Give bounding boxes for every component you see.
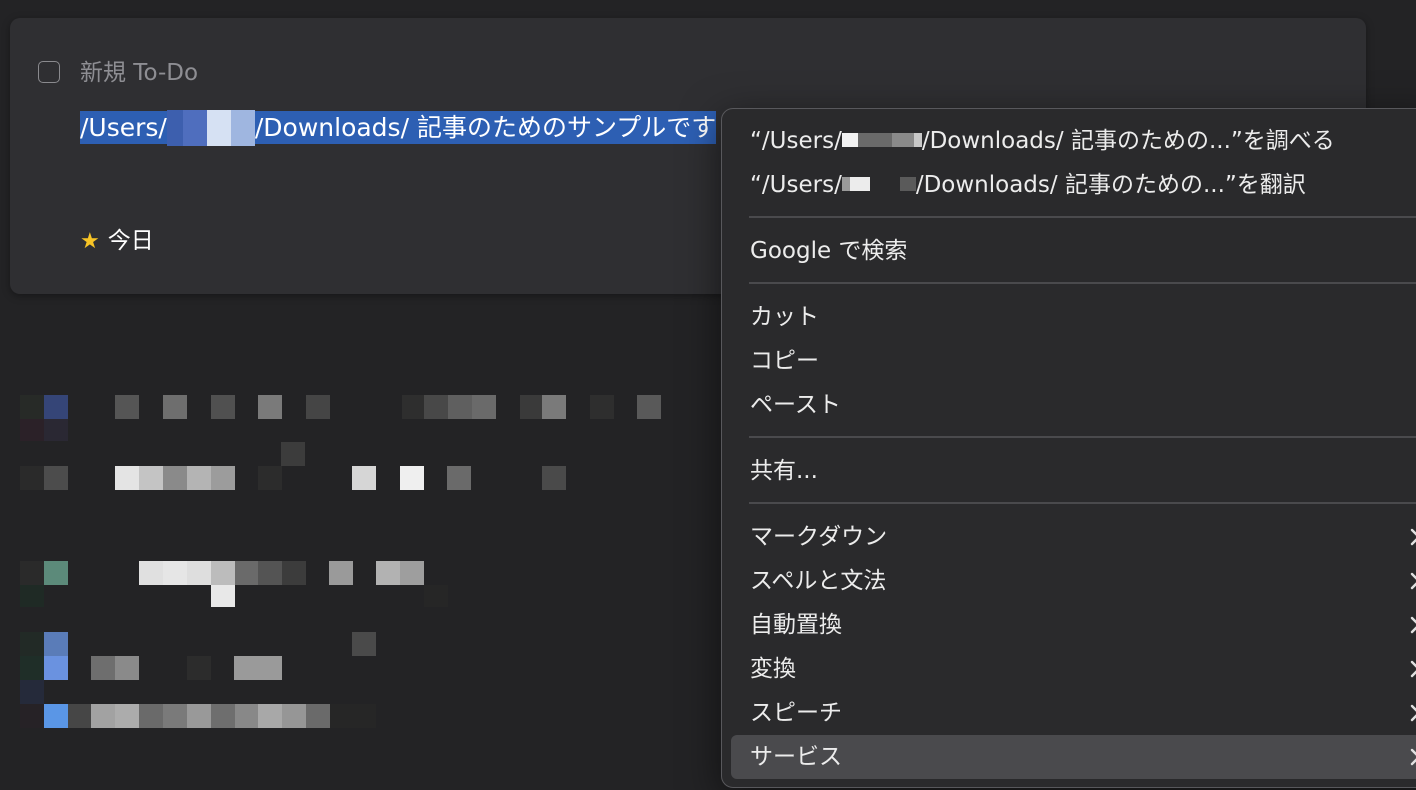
menu-item-substitutions[interactable]: 自動置換 — [731, 603, 1416, 647]
menu-item-look-up[interactable]: “/Users/ /Downloads/ 記事のための...”を調べる — [731, 119, 1416, 163]
redacted-username — [869, 176, 900, 191]
services-label: サービス — [750, 744, 842, 770]
menu-item-share[interactable]: 共有... — [731, 449, 1416, 493]
when-label: 今日 — [107, 228, 154, 254]
translate-suffix: /Downloads/ 記事のための...”を翻訳 — [915, 172, 1306, 198]
todo-checkbox[interactable] — [38, 61, 60, 83]
app-window: 新規 To-Do /Users/ /Downloads/ 記事のためのサンプルです… — [0, 0, 1416, 790]
menu-item-markdown[interactable]: マークダウン — [731, 515, 1416, 559]
markdown-label: マークダウン — [750, 524, 888, 550]
menu-item-spelling-grammar[interactable]: スペルと文法 — [731, 559, 1416, 603]
menu-item-services[interactable]: サービス — [731, 735, 1416, 779]
substitutions-label: 自動置換 — [750, 612, 842, 638]
redacted-username — [891, 132, 914, 147]
chevron-right-icon — [1406, 647, 1416, 691]
redacted-username — [857, 132, 892, 147]
menu-item-paste[interactable]: ペースト — [731, 383, 1416, 427]
redacted-username — [841, 132, 858, 147]
chevron-right-icon — [1406, 691, 1416, 735]
menu-item-speech[interactable]: スピーチ — [731, 691, 1416, 735]
chevron-right-icon — [1406, 515, 1416, 559]
spelling-label: スペルと文法 — [750, 568, 887, 594]
look-up-prefix: “/Users/ — [750, 128, 842, 154]
redacted-username — [913, 132, 922, 147]
redacted-username — [166, 110, 183, 146]
star-icon: ★ — [80, 229, 100, 254]
selected-text: /Users/ /Downloads/ 記事のためのサンプルです — [80, 110, 717, 146]
look-up-suffix: /Downloads/ 記事のための...”を調べる — [921, 128, 1335, 154]
menu-item-search-google[interactable]: Google で検索 — [731, 229, 1416, 273]
menu-separator — [749, 436, 1416, 438]
menu-separator — [749, 282, 1416, 284]
redacted-username — [849, 176, 870, 191]
redacted-username — [206, 110, 231, 146]
todo-title-input[interactable]: 新規 To-Do — [80, 58, 198, 88]
chevron-right-icon — [1406, 603, 1416, 647]
redacted-username — [899, 176, 916, 191]
notes-path-prefix: /Users/ — [80, 113, 167, 142]
menu-item-cut[interactable]: カット — [731, 295, 1416, 339]
context-menu: “/Users/ /Downloads/ 記事のための...”を調べる “/Use… — [721, 108, 1416, 788]
menu-separator — [749, 216, 1416, 218]
chevron-right-icon — [1406, 559, 1416, 603]
when-tag-today[interactable]: ★ 今日 — [80, 226, 154, 257]
redacted-username — [841, 176, 850, 191]
redacted-username — [230, 110, 255, 146]
chevron-right-icon — [1406, 735, 1416, 779]
speech-label: スピーチ — [750, 700, 842, 726]
notes-path-suffix: /Downloads/ 記事のためのサンプルです — [254, 113, 717, 142]
menu-separator — [749, 502, 1416, 504]
menu-item-copy[interactable]: コピー — [731, 339, 1416, 383]
transformations-label: 変換 — [750, 656, 796, 682]
translate-prefix: “/Users/ — [750, 172, 842, 198]
menu-item-translate[interactable]: “/Users/ /Downloads/ 記事のための...”を翻訳 — [731, 163, 1416, 207]
redacted-username — [182, 110, 207, 146]
todo-notes-field[interactable]: /Users/ /Downloads/ 記事のためのサンプルです — [80, 110, 725, 146]
menu-item-transformations[interactable]: 変換 — [731, 647, 1416, 691]
